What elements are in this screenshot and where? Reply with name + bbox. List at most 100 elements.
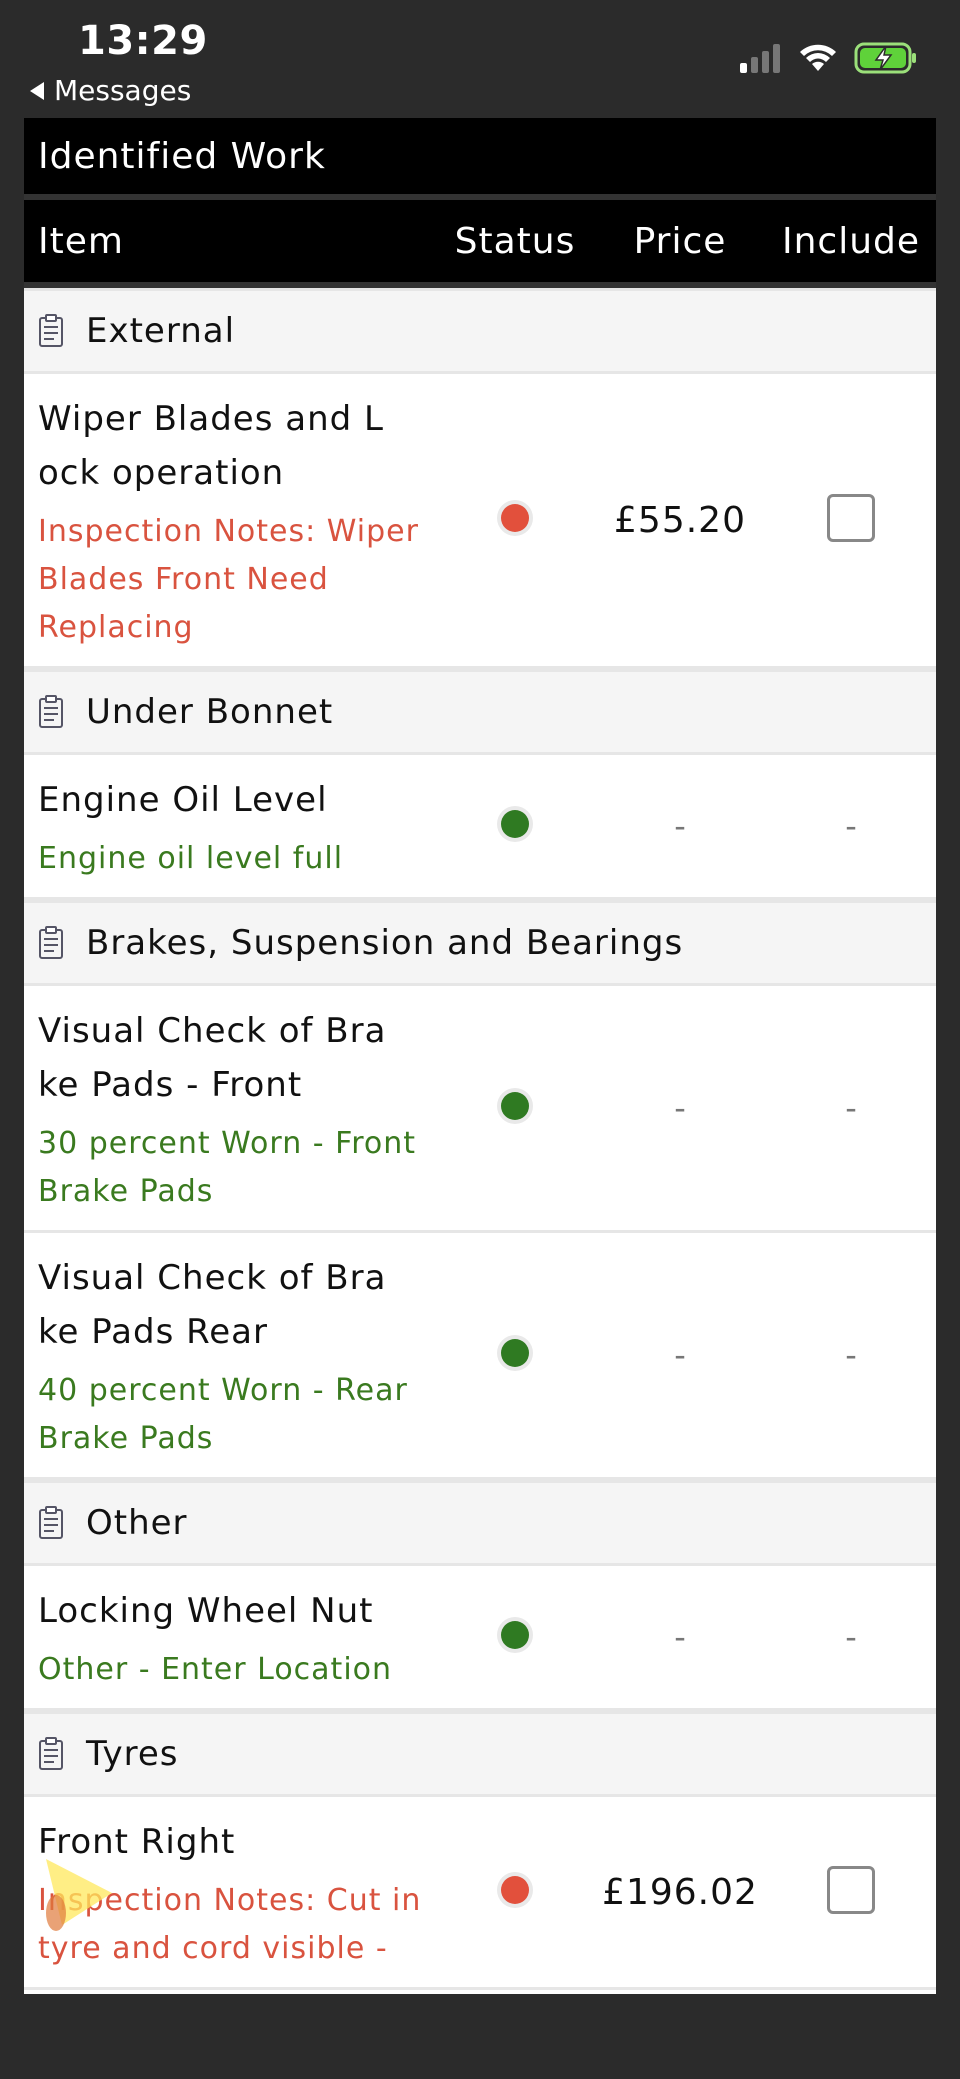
include-cell[interactable]: [766, 494, 936, 546]
item-name-line: Wiper Blades and L: [38, 399, 384, 439]
include-value: -: [845, 1089, 857, 1127]
price-value: -: [674, 1336, 686, 1374]
item-name: Visual Check of Bra ke Pads Rear: [38, 1251, 436, 1359]
wifi-icon: [800, 44, 836, 71]
category-label: External: [86, 311, 236, 351]
category-header: Brakes, Suspension and Bearings: [24, 900, 936, 986]
inspection-note: 30 percent Worn - Front Brake Pads: [38, 1126, 417, 1209]
status-dot-red: [501, 504, 529, 532]
status-dot-green: [501, 1621, 529, 1649]
item-name: Wiper Blades and L ock operation: [38, 392, 436, 500]
column-price: Price: [633, 220, 727, 262]
include-value: -: [845, 807, 857, 845]
item-cell: Wiper Blades and L ock operation Inspectio…: [24, 374, 436, 666]
include-cell: -: [766, 807, 936, 845]
price-value: -: [674, 807, 686, 845]
inspection-note: Engine oil level full: [38, 841, 344, 876]
item-name-line: Visual Check of Bra: [38, 1258, 387, 1298]
item-name-line: Visual Check of Bra: [38, 1011, 387, 1051]
price-cell: -: [594, 1618, 766, 1656]
table-row: Visual Check of Bra ke Pads - Front 30 per…: [24, 986, 936, 1233]
item-name-line: Locking Wheel Nut: [38, 1591, 374, 1631]
price-value: £55.20: [614, 499, 746, 541]
price-value: -: [674, 1618, 686, 1656]
category-label: Tyres: [86, 1734, 179, 1774]
status-dot-red: [501, 1876, 529, 1904]
inspection-note: Inspection Notes: Cut in tyre and cord v…: [38, 1883, 422, 1966]
status-bar: 13:29 Messages: [0, 0, 960, 118]
status-cell: [436, 810, 594, 842]
table-row: Front Right Inspection Notes: Cut in tyre…: [24, 1797, 936, 1990]
item-name: Front Right: [38, 1815, 436, 1869]
clipboard-icon: [38, 1737, 64, 1771]
status-time: 13:29: [78, 18, 208, 64]
section-title: Identified Work: [24, 118, 936, 200]
item-cell: Front Right Inspection Notes: Cut in tyre…: [24, 1797, 436, 1987]
item-name-line: Engine Oil Level: [38, 780, 328, 820]
column-include: Include: [781, 220, 921, 262]
price-cell: -: [594, 1336, 766, 1374]
item-name: Locking Wheel Nut: [38, 1584, 436, 1638]
category-header: Tyres: [24, 1711, 936, 1797]
signal-icon: [740, 44, 780, 73]
table-row: Engine Oil Level Engine oil level full - -: [24, 755, 936, 900]
clipboard-icon: [38, 1506, 64, 1540]
include-cell: -: [766, 1089, 936, 1127]
item-name-line: ke Pads - Front: [38, 1065, 303, 1105]
include-checkbox[interactable]: [827, 494, 875, 542]
table-header: Item Status Price Include: [24, 200, 936, 288]
status-cell: [436, 1621, 594, 1653]
category-label: Under Bonnet: [86, 692, 334, 732]
category-label: Brakes, Suspension and Bearings: [86, 923, 684, 963]
bottom-bar: [0, 1994, 960, 2079]
include-value: -: [845, 1618, 857, 1656]
status-cell: [436, 1092, 594, 1124]
include-checkbox[interactable]: [827, 1866, 875, 1914]
table-row: Locking Wheel Nut Other - Enter Location -…: [24, 1566, 936, 1711]
item-name: Visual Check of Bra ke Pads - Front: [38, 1004, 436, 1112]
item-cell: Visual Check of Bra ke Pads Rear 40 percen…: [24, 1233, 436, 1477]
price-cell: -: [594, 807, 766, 845]
status-icons: [740, 42, 918, 74]
clipboard-icon: [38, 695, 64, 729]
price-value: -: [674, 1089, 686, 1127]
column-item: Item: [38, 220, 124, 262]
clipboard-icon: [38, 926, 64, 960]
price-cell: £55.20: [594, 500, 766, 541]
status-cell: [436, 1339, 594, 1371]
back-arrow-icon: [30, 81, 44, 100]
include-cell: -: [766, 1336, 936, 1374]
inspection-note: Inspection Notes: Wiper Blades Front Nee…: [38, 514, 419, 645]
item-cell: Locking Wheel Nut Other - Enter Location: [24, 1566, 436, 1708]
status-dot-green: [501, 1339, 529, 1367]
back-label: Messages: [54, 74, 192, 107]
inspection-note: 40 percent Worn - Rear Brake Pads: [38, 1373, 408, 1456]
category-label: Other: [86, 1503, 188, 1543]
include-cell[interactable]: [766, 1866, 936, 1918]
item-cell: Engine Oil Level Engine oil level full: [24, 755, 436, 897]
item-cell: Visual Check of Bra ke Pads - Front 30 per…: [24, 986, 436, 1230]
inspection-note: Other - Enter Location: [38, 1652, 393, 1687]
item-name-line: ke Pads Rear: [38, 1312, 268, 1352]
item-name: Engine Oil Level: [38, 773, 436, 827]
status-dot-green: [501, 1092, 529, 1120]
item-name-line: Front Right: [38, 1822, 236, 1862]
price-value: £196.02: [602, 1871, 758, 1913]
include-cell: -: [766, 1618, 936, 1656]
table-row: Visual Check of Bra ke Pads Rear 40 percen…: [24, 1233, 936, 1480]
status-dot-green: [501, 810, 529, 838]
table-row: Wiper Blades and L ock operation Inspectio…: [24, 374, 936, 669]
item-name-line: ock operation: [38, 453, 285, 493]
identified-work-panel: Identified Work Item Status Price Includ…: [24, 118, 936, 1994]
status-cell: [436, 504, 594, 536]
category-header: Under Bonnet: [24, 669, 936, 755]
category-header: Other: [24, 1480, 936, 1566]
clipboard-icon: [38, 314, 64, 348]
price-cell: -: [594, 1089, 766, 1127]
back-to-messages-link[interactable]: Messages: [30, 74, 191, 107]
status-cell: [436, 1876, 594, 1908]
work-table-body: External Wiper Blades and L ock operation I…: [24, 288, 936, 1990]
column-status: Status: [454, 220, 576, 262]
battery-charging-icon: [854, 42, 916, 74]
category-header: External: [24, 288, 936, 374]
